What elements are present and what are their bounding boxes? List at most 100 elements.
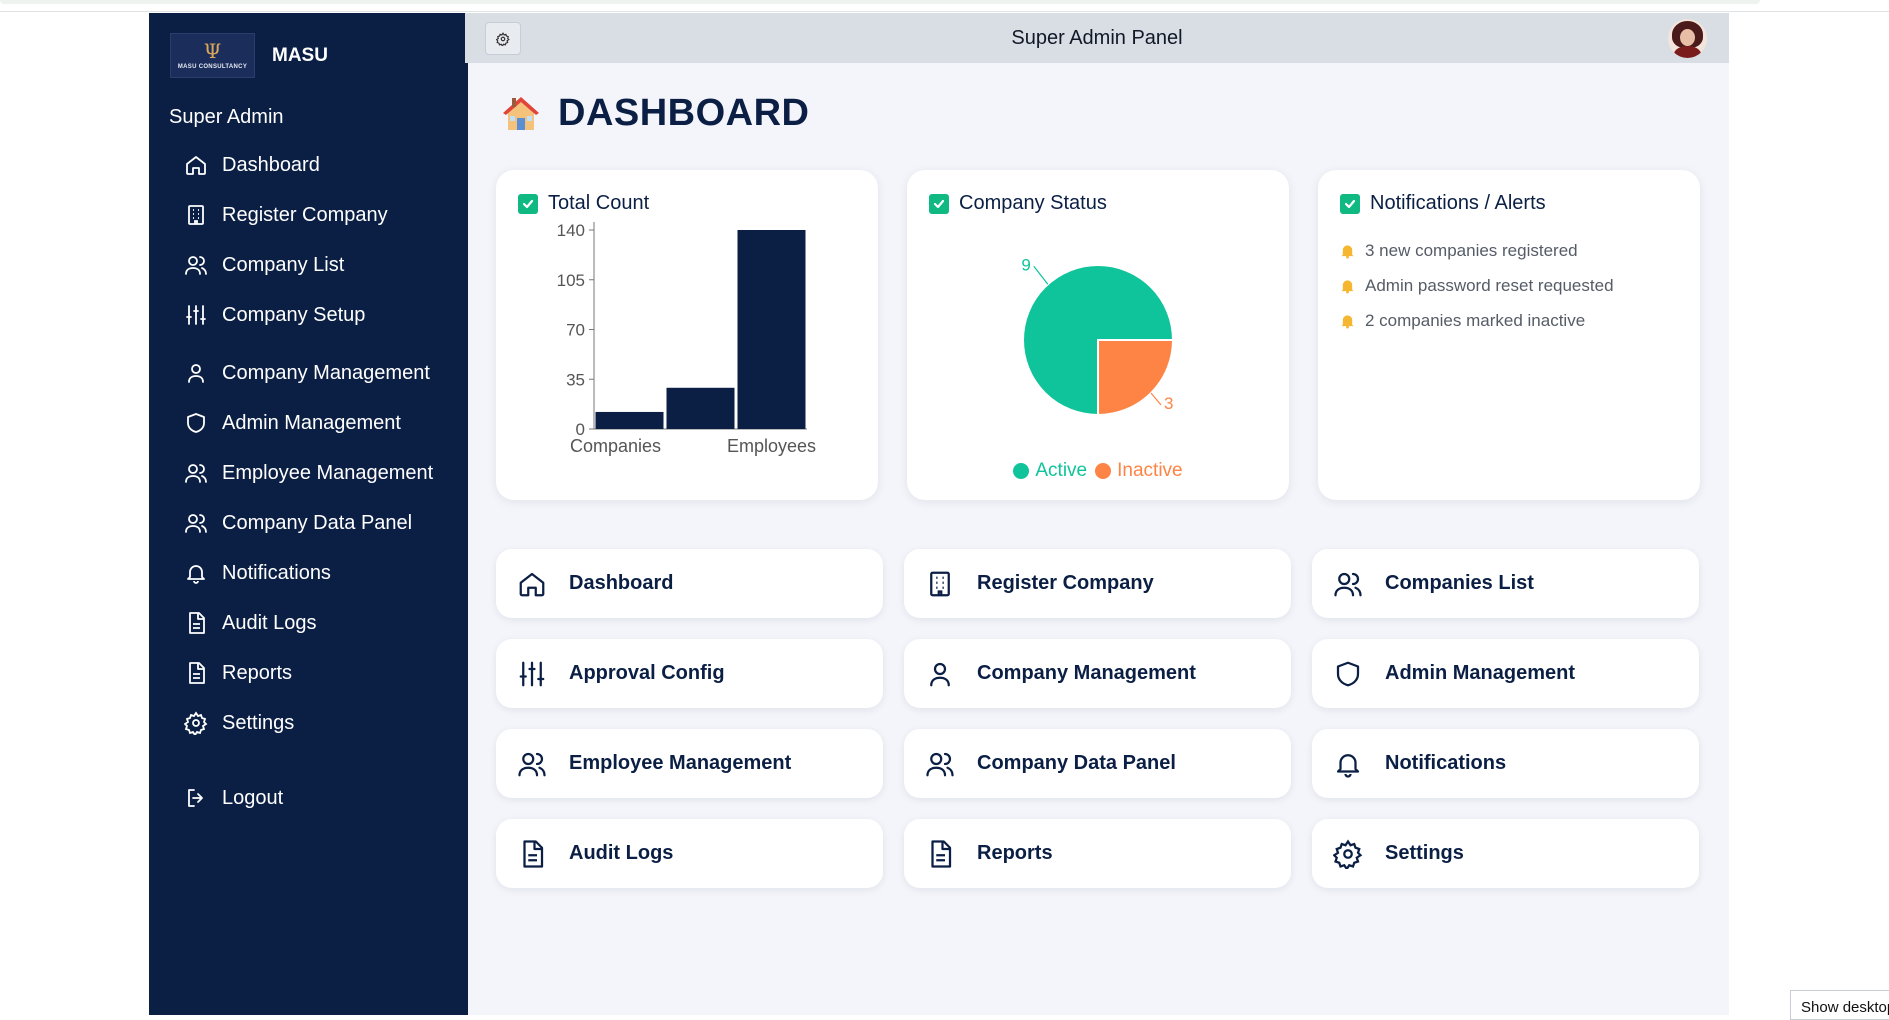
tile-label: Notifications xyxy=(1385,752,1507,774)
sidebar-item-reports[interactable]: Reports xyxy=(184,657,292,689)
sidebar-item-settings[interactable]: Settings xyxy=(184,707,294,739)
bell-icon xyxy=(187,565,205,584)
sidebar-item-label: Company Data Panel xyxy=(222,511,413,534)
list-item: 3 new companies registered xyxy=(1340,233,1614,268)
sidebar-item-register-company[interactable]: Register Company xyxy=(184,199,388,231)
bell-emoji-icon xyxy=(1341,244,1354,258)
y-tick-label: 105 xyxy=(557,271,585,290)
user-icon xyxy=(930,662,950,686)
avatar[interactable] xyxy=(1668,19,1707,58)
brand-name: MASU xyxy=(272,44,328,66)
sidebar-item-label: Audit Logs xyxy=(222,611,317,634)
alert-text: 3 new companies registered xyxy=(1365,240,1578,260)
alert-text: 2 companies marked inactive xyxy=(1365,310,1586,330)
file-text-icon xyxy=(189,612,205,634)
sidebar-item-label: Company Management xyxy=(222,361,430,384)
sidebar-item-company-list[interactable]: Company List xyxy=(184,249,344,281)
sidebar-item-audit-logs[interactable]: Audit Logs xyxy=(184,607,317,639)
tile-label: Admin Management xyxy=(1385,662,1576,684)
list-item: Admin password reset requested xyxy=(1340,268,1614,303)
tile-label: Company Management xyxy=(977,662,1196,684)
x-tick-label: Companies xyxy=(570,436,661,456)
pie-data-label: 3 xyxy=(1164,394,1173,413)
tile-label: Dashboard xyxy=(569,572,674,594)
page-title: DASHBOARD xyxy=(501,92,810,135)
brand: Ψ MASU CONSULTANCY MASU xyxy=(170,33,328,78)
tile-company-data-panel[interactable]: Company Data Panel xyxy=(904,729,1291,798)
card-title: Notifications / Alerts xyxy=(1370,192,1546,214)
bell-emoji-icon xyxy=(1341,314,1354,328)
sidebar-item-label: Settings xyxy=(222,711,295,734)
tile-approval-config[interactable]: Approval Config xyxy=(496,639,883,708)
app-window: Ψ MASU CONSULTANCY MASU Super Admin Dash… xyxy=(149,13,1729,1015)
user-icon xyxy=(188,364,204,383)
tile-company-management[interactable]: Company Management xyxy=(904,639,1291,708)
sidebar-item-employee-management[interactable]: Employee Management xyxy=(184,457,433,489)
tile-audit-logs[interactable]: Audit Logs xyxy=(496,819,883,888)
bar xyxy=(666,387,735,429)
pie-leader-line xyxy=(1150,392,1162,406)
sidebar: Ψ MASU CONSULTANCY MASU Super Admin Dash… xyxy=(149,13,468,1015)
building-icon xyxy=(930,571,950,596)
shield-icon xyxy=(1336,661,1360,686)
file-text-icon xyxy=(189,662,205,684)
sidebar-item-notifications[interactable]: Notifications xyxy=(184,557,331,589)
sidebar-item-admin-management[interactable]: Admin Management xyxy=(184,407,401,439)
bell-icon xyxy=(1336,753,1360,778)
bar xyxy=(595,411,664,429)
users-icon xyxy=(185,256,207,275)
alerts-list: 3 new companies registered Admin passwor… xyxy=(1340,233,1614,338)
tile-notifications[interactable]: Notifications xyxy=(1312,729,1699,798)
browser-top-strip xyxy=(0,0,1889,12)
tile-employee-management[interactable]: Employee Management xyxy=(496,729,883,798)
top-header: Super Admin Panel xyxy=(465,13,1729,63)
tile-admin-management[interactable]: Admin Management xyxy=(1312,639,1699,708)
sidebar-item-company-data-panel[interactable]: Company Data Panel xyxy=(184,507,412,539)
sidebar-role-label: Super Admin xyxy=(169,106,284,128)
legend-item-active[interactable]: Active xyxy=(1013,460,1087,482)
pie-data-label: 9 xyxy=(1021,255,1030,274)
sidebar-item-label: Dashboard xyxy=(222,153,320,176)
sidebar-item-dashboard[interactable]: Dashboard xyxy=(184,149,320,181)
sidebar-item-label: Company List xyxy=(222,253,345,276)
users-icon xyxy=(926,752,954,776)
tile-label: Companies List xyxy=(1385,572,1534,594)
sidebar-item-label: Admin Management xyxy=(222,411,401,434)
tile-label: Settings xyxy=(1385,842,1464,864)
pie-legend: Active Inactive xyxy=(907,460,1289,482)
sidebar-item-company-setup[interactable]: Company Setup xyxy=(184,299,365,331)
tile-companies-list[interactable]: Companies List xyxy=(1312,549,1699,618)
y-tick-label: 140 xyxy=(557,221,585,240)
home-icon xyxy=(519,572,545,596)
notifications-card: Notifications / Alerts 3 new companies r… xyxy=(1318,170,1700,500)
users-icon xyxy=(185,464,207,483)
tile-label: Approval Config xyxy=(569,662,725,684)
sliders-icon xyxy=(186,305,206,325)
legend-label: Inactive xyxy=(1117,460,1183,481)
y-tick-label: 70 xyxy=(566,321,585,340)
gear-icon xyxy=(184,711,208,735)
tile-reports[interactable]: Reports xyxy=(904,819,1291,888)
tile-register-company[interactable]: Register Company xyxy=(904,549,1291,618)
tile-label: Company Data Panel xyxy=(977,752,1176,774)
tile-settings[interactable]: Settings xyxy=(1312,819,1699,888)
tile-dashboard[interactable]: Dashboard xyxy=(496,549,883,618)
sidebar-logout[interactable]: Logout xyxy=(184,782,283,814)
sidebar-item-label: Company Setup xyxy=(222,303,366,326)
y-tick-label: 35 xyxy=(566,370,585,389)
legend-label: Active xyxy=(1035,460,1088,481)
sidebar-item-company-management[interactable]: Company Management xyxy=(184,357,430,389)
legend-item-inactive[interactable]: Inactive xyxy=(1095,460,1183,482)
pie-leader-line xyxy=(1033,265,1049,285)
sidebar-item-label: Reports xyxy=(222,661,293,684)
list-item: 2 companies marked inactive xyxy=(1340,303,1614,338)
house-icon xyxy=(503,96,539,130)
bell-emoji-icon xyxy=(1341,279,1354,293)
x-tick-label: Employees xyxy=(727,436,816,456)
total-count-card: Total Count 0 35 70 105 140 Companies Employee… xyxy=(496,170,878,500)
tile-label: Employee Management xyxy=(569,752,792,774)
tile-label: Register Company xyxy=(977,572,1154,594)
show-desktop-button[interactable]: Show desktop xyxy=(1790,990,1889,1020)
bar xyxy=(737,230,806,429)
sidebar-item-label: Employee Management xyxy=(222,461,434,484)
